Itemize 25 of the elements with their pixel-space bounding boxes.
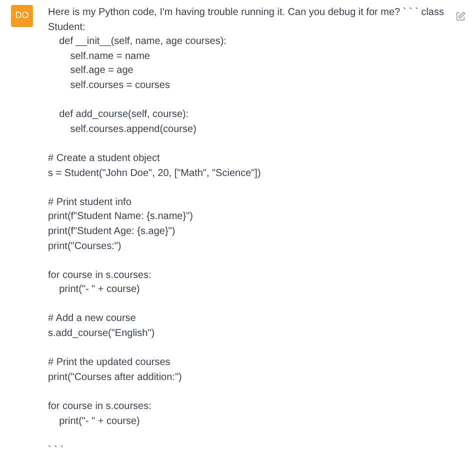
message-line: self.courses = courses [69, 78, 171, 93]
message-line: s.add_course("English") [48, 327, 156, 342]
message-line: print("Courses after addition:") [48, 370, 183, 385]
message-line: # Print student info [48, 196, 132, 210]
edit-icon[interactable] [455, 11, 466, 22]
message-line: Student: [48, 20, 86, 35]
message-line: for course in s.courses: [48, 400, 152, 414]
message-line: # Add a new course [48, 312, 137, 326]
message-line: print("- " + course) [58, 283, 141, 298]
message-line: def add_course(self, course): [58, 108, 190, 122]
message-line: print("Courses:") [48, 240, 122, 254]
message-line: self.courses.append(course) [69, 122, 198, 137]
message-line: s = Student("John Doe", 20, ["Math", "Science"]) [48, 166, 262, 181]
message-line: self.name = name [69, 50, 151, 64]
message-line: print(f"Student Name: {s.name}") [48, 210, 194, 224]
message-line: def __init__(self, name, age courses): [58, 35, 228, 50]
message-line: for course in s.courses: [48, 268, 152, 283]
message-line: self.age = age [69, 64, 134, 78]
message-line: print(f"Student Age: {s.age}") [48, 224, 176, 239]
user-avatar: DO [11, 5, 33, 27]
message-line: Here is my Python code, I'm having trouble running it. Can you debug it for me? ` ` ` class [48, 6, 445, 20]
message-line: ` ` ` [48, 444, 65, 458]
message-line: # Create a student object [48, 152, 161, 166]
message-line: print("- " + course) [58, 414, 141, 429]
message-line: # Print the updated courses [48, 356, 172, 370]
